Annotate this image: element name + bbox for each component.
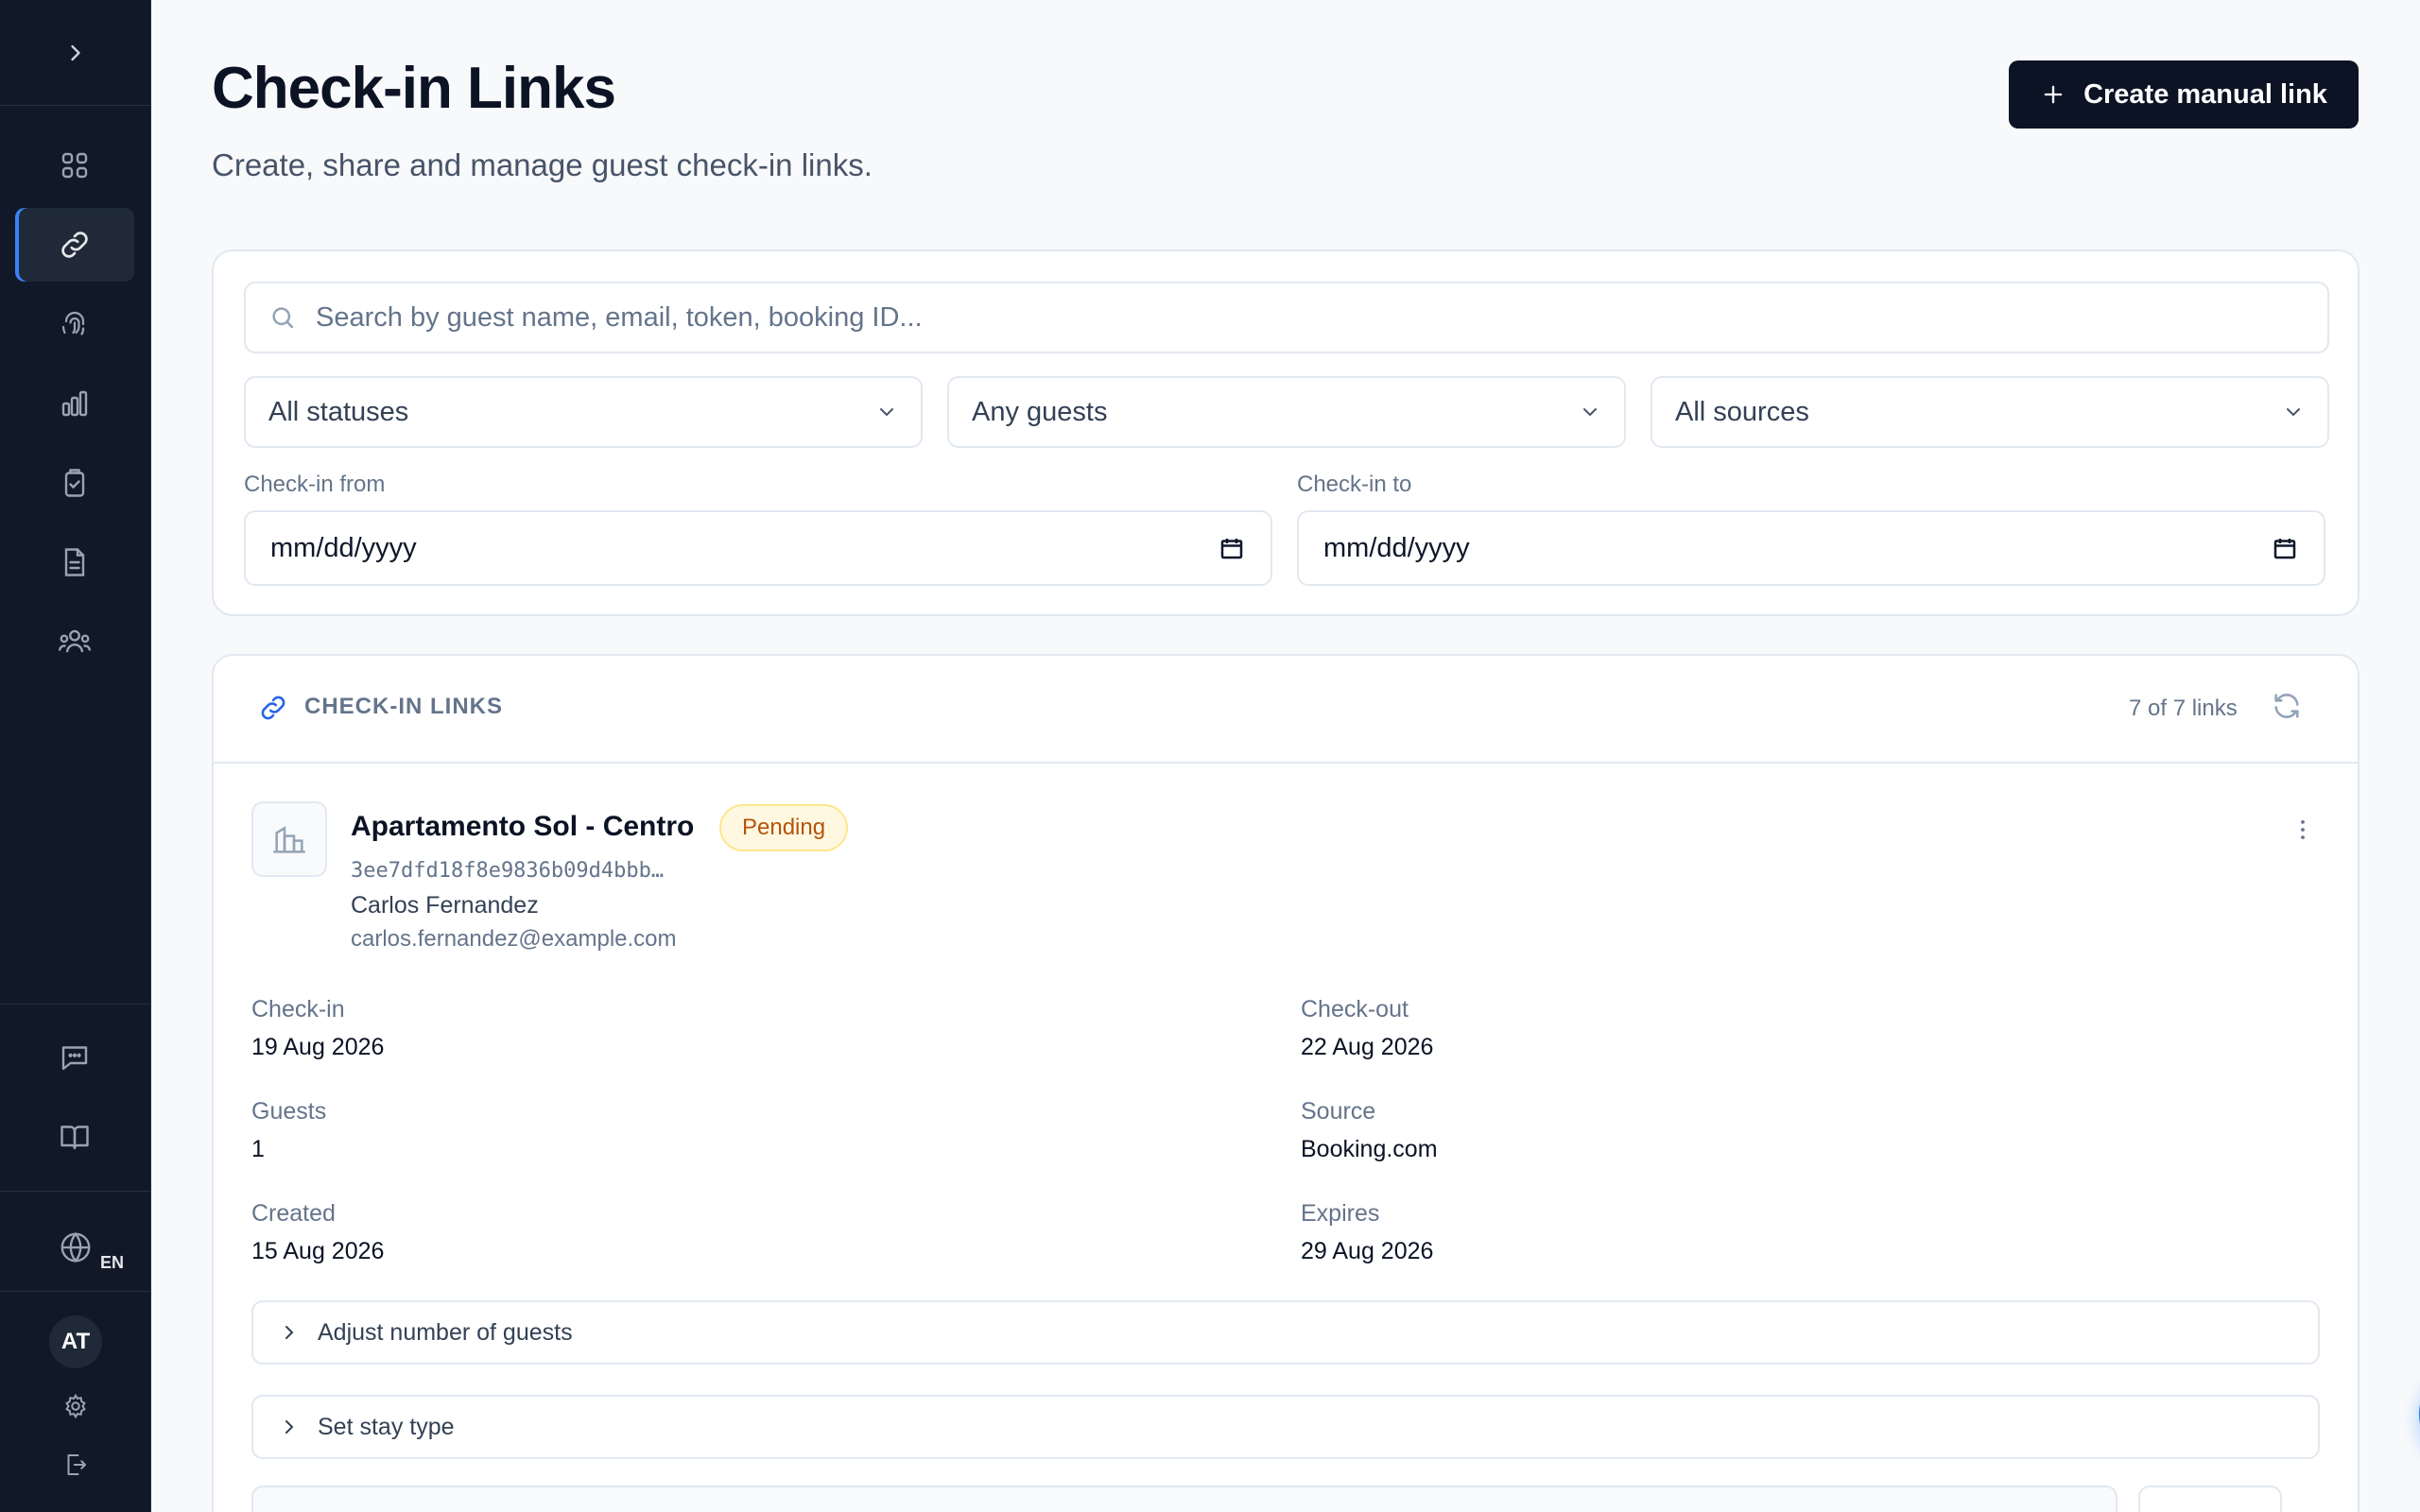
adjust-guests-expander[interactable]: Adjust number of guests (251, 1300, 2320, 1365)
checkin-to-placeholder: mm/dd/yyyy (1323, 532, 1470, 563)
expires-value: 29 Aug 2026 (1301, 1238, 1434, 1264)
source-value: Booking.com (1301, 1136, 1438, 1162)
globe-icon (60, 1231, 91, 1263)
property-name: Apartamento Sol - Centro (351, 811, 695, 842)
sidebar: EN AT (0, 0, 151, 1512)
sidebar-item-identity[interactable] (15, 287, 134, 361)
page-title: Check-in Links (212, 56, 616, 121)
stay-type-label: Set stay type (318, 1413, 455, 1440)
search-box[interactable] (244, 282, 2329, 353)
checkout-value: 22 Aug 2026 (1301, 1034, 1434, 1060)
sidebar-item-checkin-links[interactable] (15, 208, 134, 282)
logout-button[interactable] (57, 1446, 95, 1484)
created-value: 15 Aug 2026 (251, 1238, 385, 1264)
calendar-icon[interactable] (1218, 534, 1246, 562)
checkin-links-card: CHECK-IN LINKS 7 of 7 links Apartamento … (212, 654, 2360, 1512)
sidebar-item-guide[interactable] (15, 1100, 134, 1174)
source-label: Source (1301, 1098, 1376, 1125)
plus-icon (2044, 85, 2063, 104)
fingerprint-icon (61, 311, 85, 335)
language-code: EN (100, 1253, 125, 1272)
avatar[interactable]: AT (49, 1315, 102, 1368)
guests-select-value: Any guests (972, 396, 1108, 427)
sidebar-toggle[interactable] (0, 0, 150, 106)
create-manual-link-button[interactable]: Create manual link (2009, 60, 2359, 129)
card-header: CHECK-IN LINKS 7 of 7 links (214, 656, 2358, 764)
chevron-down-icon (880, 408, 893, 417)
settings-button[interactable] (57, 1387, 95, 1425)
copy-link-button[interactable] (2138, 1486, 2282, 1512)
expires-label: Expires (1301, 1200, 1380, 1227)
sidebar-item-messages[interactable] (15, 1021, 134, 1094)
property-thumbnail (251, 801, 327, 877)
sidebar-item-analytics[interactable] (15, 367, 134, 440)
sources-select-value: All sources (1675, 396, 1809, 427)
checkin-label: Check-in (251, 996, 345, 1022)
sidebar-item-dashboard[interactable] (15, 129, 134, 202)
link-icon (61, 232, 88, 258)
more-options-icon[interactable] (2290, 816, 2316, 843)
chat-icon (61, 1046, 88, 1071)
checkin-from-label: Check-in from (244, 472, 386, 497)
sidebar-item-documents[interactable] (15, 525, 134, 599)
link-token: 3ee7dfd18f8e9836b09d4bbb… (351, 859, 665, 883)
links-count: 7 of 7 links (2129, 696, 2238, 721)
guests-label: Guests (251, 1098, 327, 1125)
section-title: CHECK-IN LINKS (304, 694, 503, 719)
search-icon (272, 307, 294, 329)
document-icon (64, 548, 85, 576)
checkin-url-field[interactable] (251, 1486, 2118, 1512)
checkin-from-field[interactable]: mm/dd/yyyy (244, 510, 1272, 586)
created-label: Created (251, 1200, 336, 1227)
guests-select[interactable]: Any guests (947, 376, 1626, 448)
chevron-down-icon (2287, 408, 2300, 417)
language-switcher[interactable]: EN (0, 1210, 151, 1285)
bar-chart-icon (61, 390, 88, 417)
chevron-down-icon (1583, 408, 1597, 417)
sidebar-item-tasks[interactable] (15, 446, 134, 520)
checkout-label: Check-out (1301, 996, 1409, 1022)
guest-email: carlos.fernandez@example.com (351, 926, 677, 952)
logout-icon (67, 1454, 86, 1475)
main-content: Check-in Links Create, share and manage … (151, 0, 2420, 1512)
calendar-icon[interactable] (2271, 534, 2299, 562)
filters-panel: All statuses Any guests All sources Chec… (212, 249, 2360, 616)
checkin-to-field[interactable]: mm/dd/yyyy (1297, 510, 2325, 586)
guest-name: Carlos Fernandez (351, 892, 539, 919)
checkin-value: 19 Aug 2026 (251, 1034, 385, 1060)
guests-value: 1 (251, 1136, 265, 1162)
dashboard-icon (61, 152, 88, 179)
refresh-icon[interactable] (2271, 690, 2303, 722)
chevron-right-icon (70, 44, 80, 60)
checkin-from-placeholder: mm/dd/yyyy (270, 532, 417, 563)
adjust-guests-label: Adjust number of guests (318, 1318, 573, 1346)
chevron-right-icon (285, 1326, 294, 1339)
status-badge: Pending (719, 804, 849, 851)
sources-select[interactable]: All sources (1651, 376, 2329, 448)
page-subtitle: Create, share and manage guest check-in … (212, 147, 873, 182)
search-input[interactable] (316, 301, 2301, 334)
gear-icon (65, 1393, 86, 1419)
link-icon (261, 696, 285, 720)
clipboard-check-icon (64, 469, 85, 497)
create-manual-link-label: Create manual link (2083, 78, 2327, 110)
sidebar-item-guests[interactable] (15, 605, 134, 679)
book-icon (60, 1125, 89, 1150)
users-icon (58, 629, 92, 653)
stay-type-expander[interactable]: Set stay type (251, 1395, 2320, 1459)
checkin-to-label: Check-in to (1297, 472, 1412, 497)
status-select[interactable]: All statuses (244, 376, 923, 448)
building-icon (273, 826, 305, 853)
status-select-value: All statuses (268, 396, 409, 427)
chevron-right-icon (285, 1420, 294, 1434)
